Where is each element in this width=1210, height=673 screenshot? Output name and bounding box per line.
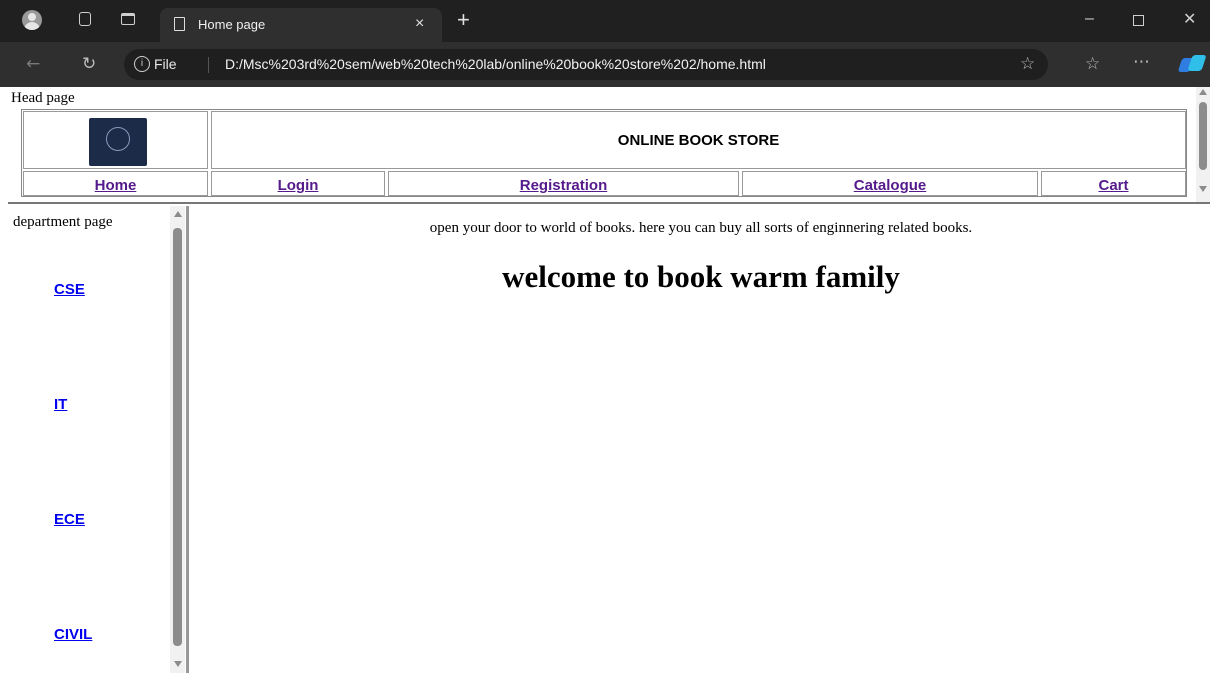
tab-close-icon[interactable]: × (415, 15, 424, 33)
head-frame: Head page ONLINE BOOK STORE Home Login R… (8, 87, 1210, 204)
info-icon[interactable]: i (134, 56, 150, 72)
tab-title: Home page (198, 17, 266, 32)
head-table: ONLINE BOOK STORE Home Login Registratio… (21, 109, 1187, 197)
nav-link-login[interactable]: Login (212, 177, 384, 194)
back-icon[interactable]: ← (26, 54, 40, 74)
dept-link-civil[interactable]: CIVIL (54, 626, 92, 643)
active-tab[interactable]: Home page × (160, 8, 442, 42)
scroll-up-icon[interactable] (1199, 89, 1207, 95)
new-tab-icon[interactable]: + (457, 9, 470, 31)
intro-text: open your door to world of books. here y… (429, 220, 973, 236)
head-caption: Head page (11, 90, 75, 106)
head-scroll-thumb[interactable] (1199, 102, 1207, 170)
nav-link-registration[interactable]: Registration (389, 177, 738, 194)
favorite-star-icon[interactable]: ☆ (1020, 54, 1035, 74)
store-logo (89, 118, 147, 166)
nav-cell-home: Home (23, 171, 208, 196)
main-frame: open your door to world of books. here y… (192, 206, 1210, 673)
workspaces-icon[interactable] (79, 12, 91, 26)
dept-link-it[interactable]: IT (54, 396, 67, 413)
nav-link-catalogue[interactable]: Catalogue (743, 177, 1037, 194)
dept-link-ece[interactable]: ECE (54, 511, 85, 528)
close-window-icon[interactable]: ✕ (1183, 9, 1196, 29)
page-viewport: Head page ONLINE BOOK STORE Home Login R… (8, 87, 1210, 673)
maximize-icon[interactable] (1133, 15, 1144, 26)
url-text[interactable]: D:/Msc%203rd%20sem/web%20tech%20lab/onli… (225, 56, 766, 72)
address-prefix: File (154, 56, 177, 72)
department-scrollbar[interactable] (170, 206, 185, 673)
title-cell: ONLINE BOOK STORE (211, 111, 1186, 169)
head-scrollbar[interactable] (1196, 87, 1210, 202)
welcome-heading: welcome to book warm family (502, 259, 900, 294)
nav-cell-registration: Registration (388, 171, 739, 196)
nav-link-home[interactable]: Home (24, 177, 207, 194)
copilot-icon[interactable] (1177, 55, 1207, 73)
page-icon (174, 17, 185, 31)
refresh-icon[interactable]: ↻ (82, 54, 96, 74)
tab-actions-icon[interactable] (121, 13, 135, 25)
dept-link-cse[interactable]: CSE (54, 281, 85, 298)
nav-cell-cart: Cart (1041, 171, 1186, 196)
logo-ring (106, 127, 130, 151)
department-frame: department page CSE IT ECE CIVIL (8, 206, 189, 673)
minimize-icon[interactable]: – (1085, 10, 1094, 28)
nav-link-cart[interactable]: Cart (1042, 177, 1185, 194)
nav-cell-catalogue: Catalogue (742, 171, 1038, 196)
department-caption: department page (13, 214, 113, 230)
omnibox-divider (208, 57, 209, 73)
favorites-icon[interactable]: ☆ (1085, 54, 1100, 74)
omnibox[interactable]: i File D:/Msc%203rd%20sem/web%20tech%20l… (124, 49, 1048, 80)
browser-titlebar: Home page × + – ✕ (0, 0, 1210, 42)
logo-cell (23, 111, 208, 169)
profile-icon[interactable] (22, 10, 42, 30)
address-toolbar: ← ↻ i File D:/Msc%203rd%20sem/web%20tech… (0, 42, 1210, 87)
more-icon[interactable]: ⋯ (1133, 52, 1150, 72)
dept-scroll-thumb[interactable] (173, 228, 182, 646)
store-title: ONLINE BOOK STORE (617, 132, 780, 149)
dept-scroll-up-icon[interactable] (174, 211, 182, 217)
scroll-down-icon[interactable] (1199, 186, 1207, 192)
dept-scroll-down-icon[interactable] (174, 661, 182, 667)
nav-cell-login: Login (211, 171, 385, 196)
